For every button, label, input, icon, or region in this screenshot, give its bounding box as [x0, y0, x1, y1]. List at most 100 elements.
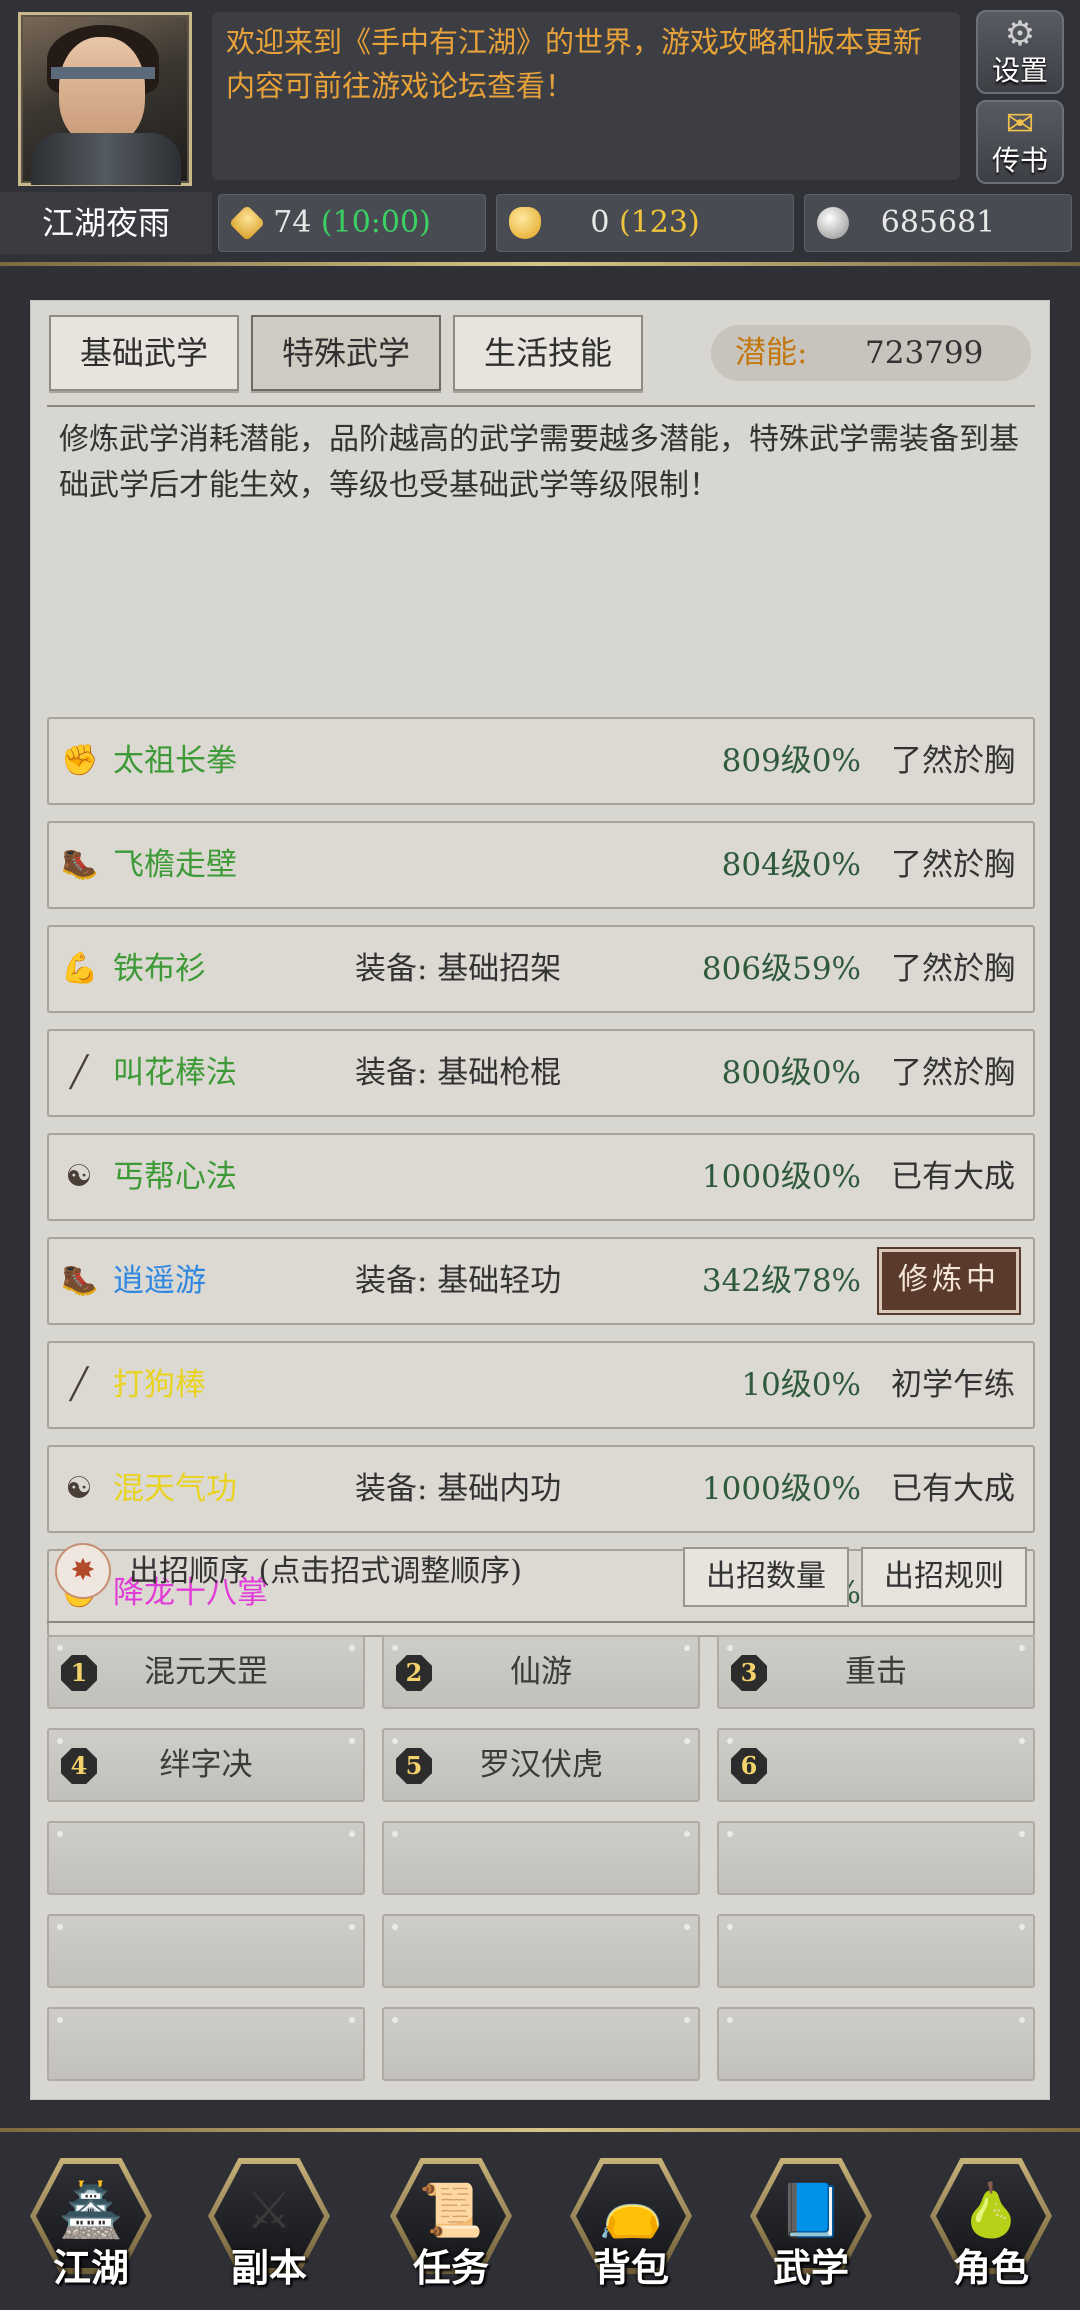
move-slot[interactable] — [382, 1914, 700, 1988]
gold-extra: (123) — [618, 205, 700, 240]
silver-display[interactable]: 685681 — [804, 194, 1072, 252]
inner-power-icon: ☯ — [65, 1159, 93, 1194]
mail-label: 传书 — [991, 144, 1048, 177]
skill-name: 叫花棒法 — [113, 1055, 237, 1091]
skill-name: 飞檐走壁 — [113, 847, 237, 883]
slot-move-name: 罗汉伏虎 — [479, 1747, 603, 1783]
slot-move-name: 仙游 — [510, 1654, 572, 1690]
staff-icon: ╱ — [69, 1055, 89, 1090]
slot-number-badge: 2 — [396, 1655, 432, 1691]
tab-special-martial[interactable]: 特殊武学 — [251, 315, 441, 391]
move-slot[interactable] — [717, 1914, 1035, 1988]
move-slot[interactable]: 4 绊字决 — [47, 1728, 365, 1802]
skill-equip: 装备: 基础轻功 — [355, 1263, 562, 1299]
slot-number-badge: 5 — [396, 1748, 432, 1784]
move-slot[interactable]: 1 混元天罡 — [47, 1635, 365, 1709]
header-divider — [0, 262, 1080, 266]
slot-number-badge: 6 — [731, 1748, 767, 1784]
skill-name: 太祖长拳 — [113, 743, 237, 779]
skill-row[interactable]: ☯ 丐帮心法 1000级0% 已有大成 — [47, 1133, 1035, 1221]
move-slot[interactable] — [47, 1821, 365, 1895]
stamina-value: 74 — [273, 205, 312, 240]
flex-icon: 💪 — [61, 951, 99, 986]
silver-icon — [817, 207, 849, 239]
move-slot[interactable]: 5 罗汉伏虎 — [382, 1728, 700, 1802]
settings-button[interactable]: ⚙ 设置 — [976, 10, 1064, 94]
stamina-timer: (10:00) — [320, 205, 431, 240]
potential-display: 潜能: 723799 — [711, 325, 1031, 381]
gear-icon: ⚙ — [1004, 14, 1036, 54]
skill-row[interactable]: 🥾 逍遥游 装备: 基础轻功 342级78% 修炼中 — [47, 1237, 1035, 1325]
move-slot[interactable] — [382, 1821, 700, 1895]
skill-row[interactable]: 💪 铁布衫 装备: 基础招架 806级59% 了然於胸 — [47, 925, 1035, 1013]
skill-equip: 装备: 基础内功 — [355, 1471, 562, 1507]
skill-level: 342级78% — [701, 1263, 861, 1299]
skill-level: 809级0% — [721, 743, 861, 779]
gold-ingot-icon — [509, 207, 541, 239]
nav-label: 角色 — [952, 2245, 1029, 2290]
bag-icon: 👝 — [598, 2181, 664, 2241]
skill-row[interactable]: 🥾 飞檐走壁 804级0% 了然於胸 — [47, 821, 1035, 909]
skill-level: 1000级0% — [701, 1471, 861, 1507]
slot-number-badge: 3 — [731, 1655, 767, 1691]
skill-status: 了然於胸 — [891, 1055, 1015, 1091]
settings-label: 设置 — [991, 54, 1048, 87]
nav-item[interactable]: ⚔ 副本 — [206, 2156, 332, 2296]
stamina-display[interactable]: 74 (10:00) — [218, 194, 486, 252]
gold-display[interactable]: 0 (123) — [496, 194, 794, 252]
mail-button[interactable]: ✉ 传书 — [976, 100, 1064, 184]
move-slot[interactable] — [717, 2007, 1035, 2081]
player-name: 江湖夜雨 — [0, 192, 212, 254]
stamina-icon — [228, 204, 266, 242]
tab-divider — [47, 405, 1035, 407]
skill-status: 了然於胸 — [891, 951, 1015, 987]
skill-level: 804级0% — [721, 847, 861, 883]
tab-basic-martial[interactable]: 基础武学 — [49, 315, 239, 391]
skill-row[interactable]: ╱ 打狗棒 10级0% 初学乍练 — [47, 1341, 1035, 1429]
move-rules-button[interactable]: 出招规则 — [861, 1547, 1027, 1607]
skill-row[interactable]: ╱ 叫花棒法 装备: 基础枪棍 800级0% 了然於胸 — [47, 1029, 1035, 1117]
tab-life-skills[interactable]: 生活技能 — [453, 315, 643, 391]
envelope-icon: ✉ — [1005, 104, 1035, 144]
move-slot[interactable] — [717, 1821, 1035, 1895]
boot-icon: 🥾 — [61, 1263, 99, 1298]
move-slot[interactable]: 2 仙游 — [382, 1635, 700, 1709]
martial-arts-panel: 基础武学 特殊武学 生活技能 潜能: 723799 修炼武学消耗潜能，品阶越高的… — [30, 300, 1050, 2100]
gourd-icon: 🍐 — [958, 2181, 1024, 2241]
skill-equip: 装备: 基础招架 — [355, 951, 562, 987]
nav-item[interactable]: 👝 背包 — [568, 2156, 694, 2296]
nav-item[interactable]: 📘 武学 — [748, 2156, 874, 2296]
move-slot[interactable]: 3 重击 — [717, 1635, 1035, 1709]
gold-value: 0 — [590, 205, 610, 240]
move-slot[interactable] — [47, 1914, 365, 1988]
skill-row[interactable]: ☯ 混天气功 装备: 基础内功 1000级0% 已有大成 — [47, 1445, 1035, 1533]
potential-label: 潜能: — [735, 335, 808, 371]
order-divider — [47, 1621, 1035, 1623]
skill-level: 10级0% — [741, 1367, 861, 1403]
move-slot[interactable] — [47, 2007, 365, 2081]
nav-label: 副本 — [230, 2245, 307, 2290]
skill-name: 丐帮心法 — [113, 1159, 237, 1195]
move-slot[interactable] — [382, 2007, 700, 2081]
skill-level: 806级59% — [701, 951, 861, 987]
notice-text[interactable]: 欢迎来到《手中有江湖》的世界，游戏攻略和版本更新内容可前往游戏论坛查看！ — [212, 12, 960, 180]
nav-item[interactable]: 🏯 江湖 — [28, 2156, 154, 2296]
slot-number-badge: 4 — [61, 1748, 97, 1784]
nav-label: 武学 — [772, 2245, 849, 2290]
nav-item[interactable]: 📜 任务 — [388, 2156, 514, 2296]
avatar-armor — [31, 133, 181, 185]
player-avatar[interactable] — [18, 12, 192, 186]
skill-status: 了然於胸 — [891, 847, 1015, 883]
move-slot[interactable]: 6 — [717, 1728, 1035, 1802]
potential-value: 723799 — [865, 335, 984, 371]
nav-divider — [0, 2128, 1080, 2132]
skill-status: 已有大成 — [891, 1159, 1015, 1195]
nav-label: 江湖 — [52, 2245, 129, 2290]
slot-move-name: 混元天罡 — [144, 1654, 268, 1690]
description-text: 修炼武学消耗潜能，品阶越高的武学需要越多潜能，特殊武学需装备到基础武学后才能生效… — [59, 422, 1019, 503]
nav-item[interactable]: 🍐 角色 — [928, 2156, 1054, 2296]
pagoda-icon: 🏯 — [58, 2181, 124, 2241]
skill-row[interactable]: ✊ 太祖长拳 809级0% 了然於胸 — [47, 717, 1035, 805]
move-count-button[interactable]: 出招数量 — [683, 1547, 849, 1607]
skill-status: 初学乍练 — [891, 1367, 1015, 1403]
